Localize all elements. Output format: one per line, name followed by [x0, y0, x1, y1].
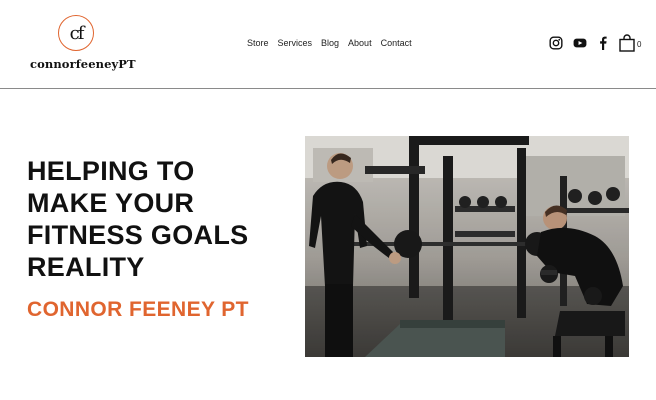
nav-blog[interactable]: Blog — [321, 38, 339, 48]
facebook-icon[interactable] — [598, 36, 608, 50]
site-header: cf connorfeeneyPT Store Services Blog Ab… — [0, 0, 656, 89]
main-nav: Store Services Blog About Contact — [247, 38, 412, 48]
cart-count[interactable]: 0 — [637, 40, 641, 49]
youtube-icon[interactable] — [573, 36, 587, 50]
nav-contact[interactable]: Contact — [381, 38, 412, 48]
hero-gym-photo — [305, 136, 629, 357]
nav-store[interactable]: Store — [247, 38, 269, 48]
logo-mark: cf — [58, 15, 94, 51]
instagram-icon[interactable] — [549, 36, 563, 50]
hero-subheadline: CONNOR FEENEY PT — [27, 298, 249, 321]
logo-text: connorfeeneyPT — [30, 57, 136, 71]
hero-headline: HELPING TO MAKE YOUR FITNESS GOALS REALI… — [27, 156, 249, 282]
shopping-bag-icon[interactable] — [619, 34, 635, 52]
nav-about[interactable]: About — [348, 38, 372, 48]
nav-services[interactable]: Services — [278, 38, 313, 48]
site-logo[interactable]: cf connorfeeneyPT — [28, 14, 136, 74]
